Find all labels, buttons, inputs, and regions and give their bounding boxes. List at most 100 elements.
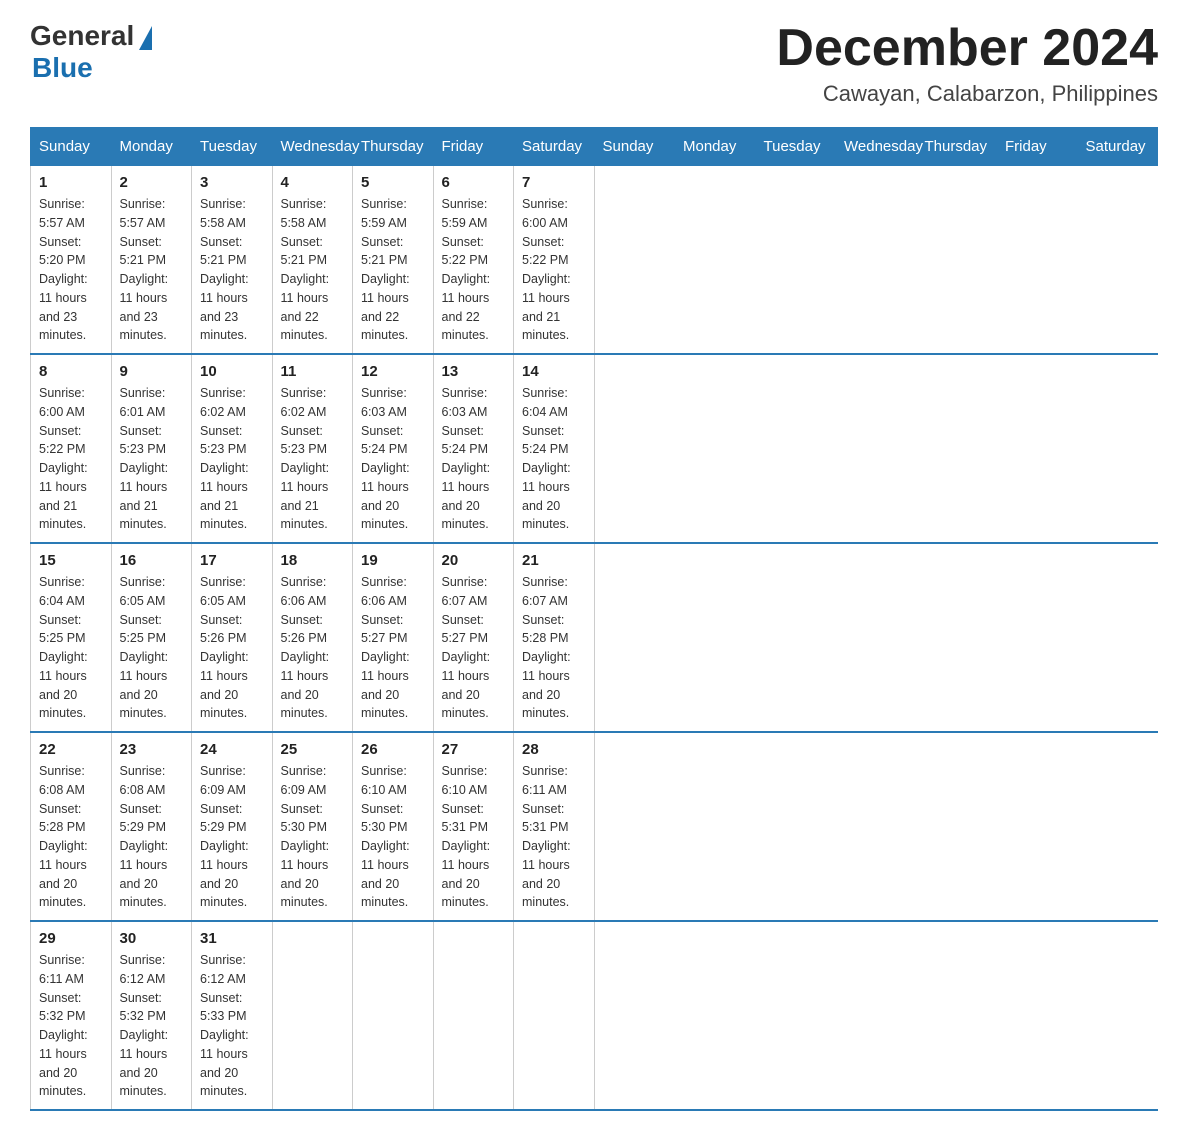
calendar-cell: 29 Sunrise: 6:11 AMSunset: 5:32 PMDayligh…: [31, 921, 112, 1110]
calendar-cell: 14Sunrise: 6:04 AMSunset: 5:24 PMDayligh…: [514, 354, 595, 543]
day-info: Sunrise: 6:00 AMSunset: 5:22 PMDaylight:…: [39, 384, 103, 534]
calendar-cell: 21Sunrise: 6:07 AMSunset: 5:28 PMDayligh…: [514, 543, 595, 732]
day-info: Sunrise: 6:05 AMSunset: 5:25 PMDaylight:…: [120, 573, 184, 723]
calendar-cell: 6Sunrise: 5:59 AMSunset: 5:22 PMDaylight…: [433, 166, 514, 355]
day-info: Sunrise: 5:57 AMSunset: 5:20 PMDaylight:…: [39, 195, 103, 345]
header-day-wednesday: Wednesday: [836, 128, 917, 166]
day-info: Sunrise: 6:11 AMSunset: 5:32 PMDaylight:…: [39, 951, 103, 1101]
day-number: 4: [281, 174, 345, 191]
day-number: 18: [281, 552, 345, 569]
header-day-wednesday: Wednesday: [272, 128, 353, 166]
day-number: 27: [442, 741, 506, 758]
day-info: Sunrise: 5:58 AMSunset: 5:21 PMDaylight:…: [200, 195, 264, 345]
day-number: 8: [39, 363, 103, 380]
day-info: Sunrise: 6:12 AMSunset: 5:33 PMDaylight:…: [200, 951, 264, 1101]
day-info: Sunrise: 6:05 AMSunset: 5:26 PMDaylight:…: [200, 573, 264, 723]
day-number: 29: [39, 930, 103, 947]
day-number: 10: [200, 363, 264, 380]
calendar-week-row: 22Sunrise: 6:08 AMSunset: 5:28 PMDayligh…: [31, 732, 1158, 921]
day-number: 25: [281, 741, 345, 758]
header-day-friday: Friday: [433, 128, 514, 166]
day-number: 28: [522, 741, 586, 758]
day-number: 14: [522, 363, 586, 380]
day-info: Sunrise: 6:01 AMSunset: 5:23 PMDaylight:…: [120, 384, 184, 534]
header-day-thursday: Thursday: [353, 128, 434, 166]
day-number: 1: [39, 174, 103, 191]
day-number: 2: [120, 174, 184, 191]
calendar-cell: 15Sunrise: 6:04 AMSunset: 5:25 PMDayligh…: [31, 543, 112, 732]
calendar-cell: 3Sunrise: 5:58 AMSunset: 5:21 PMDaylight…: [192, 166, 273, 355]
day-info: Sunrise: 6:08 AMSunset: 5:29 PMDaylight:…: [120, 762, 184, 912]
calendar-cell: 26 Sunrise: 6:10 AMSunset: 5:30 PMDayligh…: [353, 732, 434, 921]
calendar-cell: 5 Sunrise: 5:59 AMSunset: 5:21 PMDaylight…: [353, 166, 434, 355]
logo-general-text: General: [30, 20, 134, 52]
calendar-cell: 25 Sunrise: 6:09 AMSunset: 5:30 PMDayligh…: [272, 732, 353, 921]
header-day-friday: Friday: [997, 128, 1078, 166]
calendar-cell: [272, 921, 353, 1110]
calendar-week-row: 15Sunrise: 6:04 AMSunset: 5:25 PMDayligh…: [31, 543, 1158, 732]
day-number: 11: [281, 363, 345, 380]
calendar-cell: 31Sunrise: 6:12 AMSunset: 5:33 PMDayligh…: [192, 921, 273, 1110]
day-info: Sunrise: 6:12 AMSunset: 5:32 PMDaylight:…: [120, 951, 184, 1101]
day-info: Sunrise: 6:10 AMSunset: 5:30 PMDaylight:…: [361, 762, 425, 912]
calendar-cell: [353, 921, 434, 1110]
calendar-cell: 7Sunrise: 6:00 AMSunset: 5:22 PMDaylight…: [514, 166, 595, 355]
calendar-cell: 24Sunrise: 6:09 AMSunset: 5:29 PMDayligh…: [192, 732, 273, 921]
calendar-cell: 1 Sunrise: 5:57 AMSunset: 5:20 PMDaylight…: [31, 166, 112, 355]
day-info: Sunrise: 6:09 AMSunset: 5:30 PMDaylight:…: [281, 762, 345, 912]
day-info: Sunrise: 6:02 AMSunset: 5:23 PMDaylight:…: [281, 384, 345, 534]
calendar-cell: 23 Sunrise: 6:08 AMSunset: 5:29 PMDayligh…: [111, 732, 192, 921]
header-day-sunday: Sunday: [594, 128, 675, 166]
day-number: 30: [120, 930, 184, 947]
day-info: Sunrise: 6:06 AMSunset: 5:27 PMDaylight:…: [361, 573, 425, 723]
day-info: Sunrise: 5:59 AMSunset: 5:21 PMDaylight:…: [361, 195, 425, 345]
header-day-saturday: Saturday: [1077, 128, 1158, 166]
calendar-week-row: 29 Sunrise: 6:11 AMSunset: 5:32 PMDayligh…: [31, 921, 1158, 1110]
calendar-cell: 30 Sunrise: 6:12 AMSunset: 5:32 PMDayligh…: [111, 921, 192, 1110]
calendar-cell: 18Sunrise: 6:06 AMSunset: 5:26 PMDayligh…: [272, 543, 353, 732]
day-number: 13: [442, 363, 506, 380]
header-day-tuesday: Tuesday: [192, 128, 273, 166]
day-number: 26: [361, 741, 425, 758]
day-info: Sunrise: 5:59 AMSunset: 5:22 PMDaylight:…: [442, 195, 506, 345]
header-day-tuesday: Tuesday: [755, 128, 836, 166]
day-number: 17: [200, 552, 264, 569]
day-info: Sunrise: 6:03 AMSunset: 5:24 PMDaylight:…: [361, 384, 425, 534]
calendar-cell: 20 Sunrise: 6:07 AMSunset: 5:27 PMDayligh…: [433, 543, 514, 732]
day-number: 23: [120, 741, 184, 758]
calendar-cell: 13 Sunrise: 6:03 AMSunset: 5:24 PMDayligh…: [433, 354, 514, 543]
day-number: 19: [361, 552, 425, 569]
header-day-monday: Monday: [111, 128, 192, 166]
day-info: Sunrise: 6:08 AMSunset: 5:28 PMDaylight:…: [39, 762, 103, 912]
day-number: 5: [361, 174, 425, 191]
day-number: 20: [442, 552, 506, 569]
header-day-saturday: Saturday: [514, 128, 595, 166]
location-subtitle: Cawayan, Calabarzon, Philippines: [776, 81, 1158, 107]
day-info: Sunrise: 6:11 AMSunset: 5:31 PMDaylight:…: [522, 762, 586, 912]
day-info: Sunrise: 6:07 AMSunset: 5:27 PMDaylight:…: [442, 573, 506, 723]
day-info: Sunrise: 6:10 AMSunset: 5:31 PMDaylight:…: [442, 762, 506, 912]
day-info: Sunrise: 6:02 AMSunset: 5:23 PMDaylight:…: [200, 384, 264, 534]
header-day-sunday: Sunday: [31, 128, 112, 166]
day-info: Sunrise: 6:03 AMSunset: 5:24 PMDaylight:…: [442, 384, 506, 534]
calendar-cell: 19 Sunrise: 6:06 AMSunset: 5:27 PMDayligh…: [353, 543, 434, 732]
day-info: Sunrise: 5:58 AMSunset: 5:21 PMDaylight:…: [281, 195, 345, 345]
day-info: Sunrise: 6:00 AMSunset: 5:22 PMDaylight:…: [522, 195, 586, 345]
logo: General Blue: [30, 20, 152, 84]
calendar-cell: 22Sunrise: 6:08 AMSunset: 5:28 PMDayligh…: [31, 732, 112, 921]
calendar-cell: 16 Sunrise: 6:05 AMSunset: 5:25 PMDayligh…: [111, 543, 192, 732]
day-number: 21: [522, 552, 586, 569]
logo-blue-text: Blue: [32, 52, 93, 83]
day-info: Sunrise: 6:04 AMSunset: 5:25 PMDaylight:…: [39, 573, 103, 723]
calendar-cell: 28 Sunrise: 6:11 AMSunset: 5:31 PMDayligh…: [514, 732, 595, 921]
calendar-week-row: 1 Sunrise: 5:57 AMSunset: 5:20 PMDaylight…: [31, 166, 1158, 355]
calendar-week-row: 8 Sunrise: 6:00 AMSunset: 5:22 PMDaylight…: [31, 354, 1158, 543]
calendar-cell: 4 Sunrise: 5:58 AMSunset: 5:21 PMDaylight…: [272, 166, 353, 355]
calendar-header-row: SundayMondayTuesdayWednesdayThursdayFrid…: [31, 128, 1158, 166]
day-number: 24: [200, 741, 264, 758]
day-number: 12: [361, 363, 425, 380]
calendar-cell: [514, 921, 595, 1110]
header-day-monday: Monday: [675, 128, 756, 166]
day-number: 16: [120, 552, 184, 569]
calendar-cell: [433, 921, 514, 1110]
